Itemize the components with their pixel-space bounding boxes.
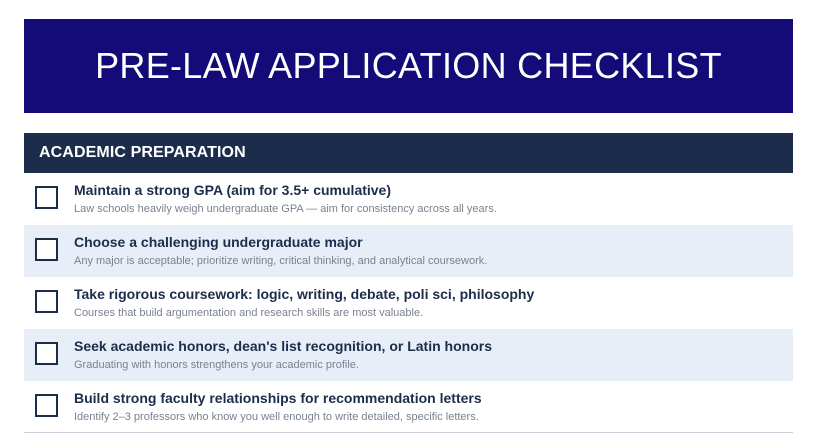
title-banner: PRE-LAW APPLICATION CHECKLIST [24, 19, 793, 113]
item-description: Courses that build argumentation and res… [74, 307, 424, 319]
section-title: ACADEMIC PREPARATION [39, 144, 246, 161]
checkbox[interactable] [35, 186, 58, 209]
item-description: Identify 2–3 professors who know you wel… [74, 411, 479, 423]
checklist: Maintain a strong GPA (aim for 3.5+ cumu… [24, 173, 793, 433]
item-description: Law schools heavily weigh undergraduate … [74, 203, 497, 215]
checkbox[interactable] [35, 290, 58, 313]
item-title: Seek academic honors, dean's list recogn… [74, 338, 492, 354]
checklist-item: Seek academic honors, dean's list recogn… [24, 329, 793, 381]
section-header: ACADEMIC PREPARATION [24, 133, 793, 173]
checklist-item: Build strong faculty relationships for r… [24, 381, 793, 433]
page-title: PRE-LAW APPLICATION CHECKLIST [95, 45, 722, 86]
checklist-item: Maintain a strong GPA (aim for 3.5+ cumu… [24, 173, 793, 225]
checklist-item: Choose a challenging undergraduate major… [24, 225, 793, 277]
item-title: Choose a challenging undergraduate major [74, 234, 363, 250]
item-description: Graduating with honors strengthens your … [74, 359, 359, 371]
checkbox[interactable] [35, 238, 58, 261]
item-title: Build strong faculty relationships for r… [74, 390, 482, 406]
item-description: Any major is acceptable; prioritize writ… [74, 255, 488, 267]
item-title: Take rigorous coursework: logic, writing… [74, 286, 535, 302]
checklist-item: Take rigorous coursework: logic, writing… [24, 277, 793, 329]
item-title: Maintain a strong GPA (aim for 3.5+ cumu… [74, 182, 392, 198]
checkbox[interactable] [35, 342, 58, 365]
checkbox[interactable] [35, 394, 58, 417]
